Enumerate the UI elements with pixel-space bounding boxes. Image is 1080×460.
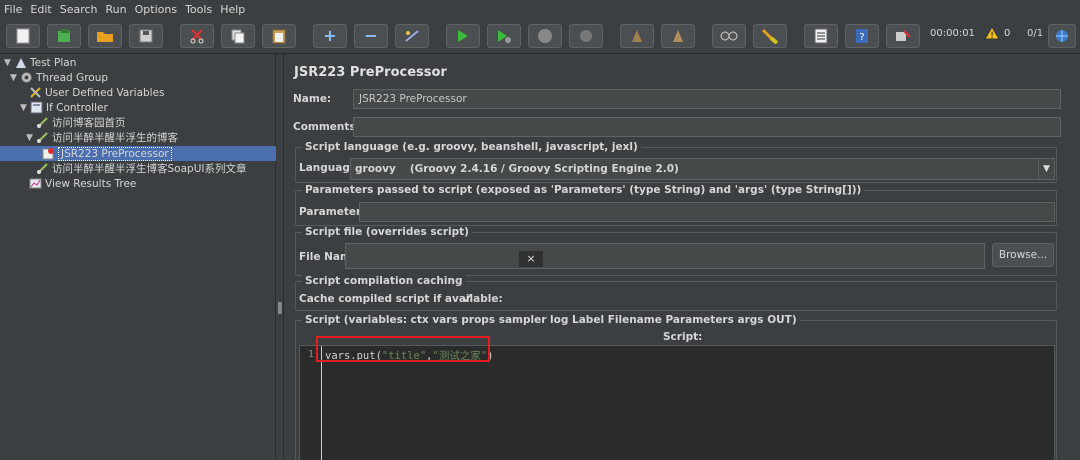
warning-count: 0 xyxy=(1004,28,1011,39)
expand-toggle-icon[interactable]: ▼ xyxy=(26,133,36,143)
script-label: Script: xyxy=(663,331,703,343)
expand-toggle-icon[interactable]: ▼ xyxy=(4,58,14,68)
menu-search[interactable]: Search xyxy=(60,3,98,16)
wrench-icon xyxy=(29,86,42,99)
tree-node-user-defined-variables[interactable]: User Defined Variables xyxy=(29,85,165,100)
language-select[interactable]: groovy (Groovy 2.4.16 / Groovy Scripting… xyxy=(350,158,1055,180)
gear-icon xyxy=(20,71,33,84)
name-field[interactable]: JSR223 PreProcessor xyxy=(353,89,1061,109)
start-no-pauses-icon[interactable] xyxy=(487,24,521,48)
line-gutter xyxy=(300,346,322,460)
copy-icon[interactable] xyxy=(221,24,255,48)
script-language-group: Script language (e.g. groovy, beanshell,… xyxy=(295,141,1057,183)
svg-text:?: ? xyxy=(859,32,864,43)
tree-node-sampler-3[interactable]: 访问半醉半醒半浮生博客SoapUI系列文章 xyxy=(36,161,246,176)
clear-icon[interactable] xyxy=(620,24,654,48)
test-plan-tree: ▼ Test Plan ▼ Thread Group User Defined … xyxy=(0,54,276,460)
menu-edit[interactable]: Edit xyxy=(30,3,51,16)
help-icon[interactable]: ? xyxy=(845,24,879,48)
sampler-icon xyxy=(36,116,49,129)
tree-node-sampler-2[interactable]: ▼ 访问半醉半醒半浮生的博客 xyxy=(26,130,178,145)
line-number: 1 xyxy=(308,349,315,360)
toolbar: + − ? 00:00:01 ! 0 0/1 xyxy=(0,18,1080,54)
menu-options[interactable]: Options xyxy=(135,3,177,16)
menu-help[interactable]: Help xyxy=(220,3,245,16)
clear-all-icon[interactable] xyxy=(661,24,695,48)
tree-node-jsr223-preprocessor[interactable]: JSR223 PreProcessor xyxy=(0,146,276,161)
start-icon[interactable] xyxy=(446,24,480,48)
tree-node-if-controller[interactable]: ▼ If Controller xyxy=(20,100,108,115)
cut-icon[interactable] xyxy=(180,24,214,48)
file-name-field[interactable] xyxy=(345,243,985,269)
comments-label: Comments: xyxy=(293,121,360,133)
jsr223-preprocessor-panel: JSR223 PreProcessor Name: JSR223 PreProc… xyxy=(285,54,1080,460)
highlight-annotation xyxy=(316,336,490,362)
controller-icon xyxy=(30,101,43,114)
menu-bar: File Edit Search Run Options Tools Help xyxy=(0,0,1080,18)
templates-icon[interactable] xyxy=(47,24,81,48)
active-threads: 0/1 xyxy=(1027,28,1044,39)
paste-icon[interactable] xyxy=(262,24,296,48)
tree-node-sampler-1[interactable]: 访问博客园首页 xyxy=(36,115,126,130)
reset-search-icon[interactable] xyxy=(753,24,787,48)
tree-node-view-results-tree[interactable]: View Results Tree xyxy=(29,176,136,191)
chevron-down-icon[interactable]: ▼ xyxy=(1038,159,1054,179)
script-file-group: Script file (overrides script) File Name… xyxy=(295,226,1057,276)
page-title: JSR223 PreProcessor xyxy=(294,65,447,80)
search-icon[interactable] xyxy=(712,24,746,48)
globe-icon[interactable] xyxy=(1048,24,1076,48)
toggle-icon[interactable] xyxy=(395,24,429,48)
stop-icon[interactable] xyxy=(528,24,562,48)
close-icon[interactable]: × xyxy=(519,251,543,267)
function-helper-icon[interactable] xyxy=(804,24,838,48)
expand-toggle-icon[interactable]: ▼ xyxy=(20,103,30,113)
save-icon[interactable] xyxy=(129,24,163,48)
open-icon[interactable] xyxy=(88,24,122,48)
remote-icon[interactable] xyxy=(886,24,920,48)
script-editor[interactable]: 1 vars.put("title","测试之家") xyxy=(299,345,1055,460)
grip-icon[interactable]: ▪ ▪ ▪ xyxy=(277,300,283,316)
parameters-group: Parameters passed to script (exposed as … xyxy=(295,184,1057,226)
expand-all-icon[interactable]: + xyxy=(313,24,347,48)
sampler-icon xyxy=(36,162,49,175)
tree-node-thread-group[interactable]: ▼ Thread Group xyxy=(10,70,108,85)
new-icon[interactable] xyxy=(6,24,40,48)
comments-field[interactable] xyxy=(353,117,1061,137)
chart-icon xyxy=(29,177,42,190)
browse-button[interactable]: Browse... xyxy=(992,243,1054,267)
warning-icon[interactable]: ! xyxy=(984,26,1000,43)
menu-file[interactable]: File xyxy=(4,3,22,16)
collapse-all-icon[interactable]: − xyxy=(354,24,388,48)
script-caching-group: Script compilation caching Cache compile… xyxy=(295,275,1057,311)
expand-toggle-icon[interactable]: ▼ xyxy=(10,73,20,83)
menu-tools[interactable]: Tools xyxy=(185,3,212,16)
split-pane-divider[interactable]: ▪ ▪ ▪ xyxy=(276,54,284,460)
tree-node-test-plan[interactable]: ▼ Test Plan xyxy=(4,55,76,70)
parameters-field[interactable] xyxy=(359,202,1055,222)
sampler-icon xyxy=(36,131,49,144)
menu-run[interactable]: Run xyxy=(106,3,127,16)
test-plan-icon xyxy=(14,56,27,69)
cache-checkbox[interactable] xyxy=(461,292,473,304)
preprocessor-icon xyxy=(42,147,55,160)
shutdown-icon[interactable] xyxy=(569,24,603,48)
svg-text:!: ! xyxy=(990,31,994,40)
name-label: Name: xyxy=(293,93,332,105)
elapsed-timer: 00:00:01 xyxy=(930,28,975,39)
